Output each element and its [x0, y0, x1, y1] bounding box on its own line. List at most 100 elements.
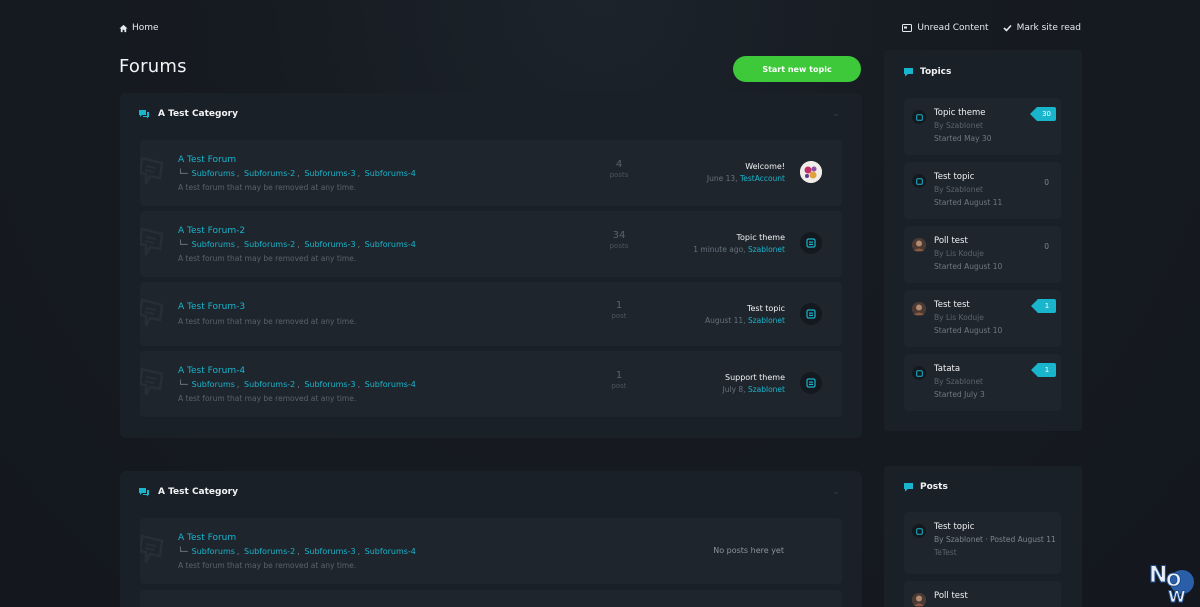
post-count: 34 posts	[599, 230, 639, 250]
subforum-link[interactable]: Subforums-3	[304, 380, 355, 389]
subforum-link[interactable]: Subforums-4	[365, 547, 416, 556]
category-header[interactable]: A Test Category	[138, 487, 238, 497]
forum-row[interactable]: A Test Forum └─ Subforums, Subforums-2, …	[140, 140, 842, 206]
post-count-number: 4	[615, 159, 623, 170]
unread-content-label: Unread Content	[917, 23, 989, 33]
topic-title[interactable]: Test test	[934, 300, 970, 310]
subforum-link[interactable]: Subforums-4	[365, 169, 416, 178]
topic-author: By Szablonet	[934, 185, 984, 194]
post-item[interactable]: Poll test	[904, 581, 1061, 607]
subforum-link[interactable]: Subforums-2	[244, 169, 295, 178]
check-icon	[1002, 24, 1012, 32]
subforum-list: └─ Subforums, Subforums-2, Subforums-3, …	[178, 380, 416, 389]
last-post-author[interactable]: TestAccount	[740, 174, 785, 183]
avatar[interactable]	[800, 303, 822, 325]
topic-title[interactable]: Tatata	[934, 364, 960, 374]
last-post-title[interactable]: Test topic	[705, 304, 785, 313]
post-date: · Posted August 11	[985, 535, 1056, 544]
forum-title[interactable]: A Test Forum-3	[178, 302, 245, 312]
avatar	[912, 302, 926, 316]
post-title[interactable]: Poll test	[934, 591, 968, 601]
avatar	[912, 593, 926, 607]
last-post-date: July 8,	[722, 385, 746, 394]
subforum-link[interactable]: Subforums-2	[244, 547, 295, 556]
forum-row[interactable]	[140, 590, 842, 607]
post-item[interactable]: Test topic By Szablonet · Posted August …	[904, 512, 1061, 574]
reply-count-badge: 1	[1031, 363, 1056, 377]
forum-row[interactable]: A Test Forum └─ Subforums, Subforums-2, …	[140, 518, 842, 584]
topic-author: By Lis Koduje	[934, 249, 984, 258]
topic-title[interactable]: Test topic	[934, 172, 974, 182]
topic-author: By Szablonet	[934, 377, 984, 386]
forum-title[interactable]: A Test Forum	[178, 155, 236, 165]
subforum-link[interactable]: Subforums-3	[304, 547, 355, 556]
post-count-number: 1	[615, 300, 623, 311]
last-post-title[interactable]: Topic theme	[693, 233, 785, 242]
unread-content-link[interactable]: Unread Content	[902, 23, 989, 33]
topic-started: Started August 10	[934, 262, 1003, 271]
user-placeholder-icon	[806, 378, 816, 388]
page-title: Forums	[119, 56, 187, 77]
topic-title[interactable]: Poll test	[934, 236, 968, 246]
last-post-date: June 13,	[706, 174, 738, 183]
avatar[interactable]	[800, 232, 822, 254]
last-post-title[interactable]: Support theme	[723, 373, 785, 382]
topic-item[interactable]: Test test By Lis Koduje Started August 1…	[904, 290, 1061, 347]
reply-count-badge: 1	[1031, 299, 1056, 313]
subforum-link[interactable]: Subforums-3	[304, 240, 355, 249]
subforum-link[interactable]: Subforums-2	[244, 240, 295, 249]
comments-icon	[139, 488, 149, 497]
avatar[interactable]	[800, 161, 822, 183]
post-meta: By Szablonet · Posted August 11	[934, 535, 1056, 544]
avatar[interactable]	[800, 372, 822, 394]
comment-icon	[904, 483, 913, 492]
subforum-link[interactable]: Subforums	[192, 547, 235, 556]
avatar	[912, 238, 926, 252]
mark-site-read-link[interactable]: Mark site read	[1002, 23, 1081, 33]
topic-item[interactable]: Tatata By Szablonet Started July 3 1	[904, 354, 1061, 411]
post-count: 1 post	[599, 370, 639, 390]
svg-text:W: W	[1168, 587, 1186, 604]
forum-row[interactable]: A Test Forum-2 └─ Subforums, Subforums-2…	[140, 211, 842, 277]
post-title[interactable]: Test topic	[934, 522, 974, 532]
forum-icon	[140, 227, 164, 256]
forum-title[interactable]: A Test Forum-4	[178, 366, 245, 376]
breadcrumb-home[interactable]: Home	[119, 23, 159, 33]
post-count-label: post	[611, 382, 627, 390]
topic-item[interactable]: Poll test By Lis Koduje Started August 1…	[904, 226, 1061, 283]
last-post-author[interactable]: Szablonet	[748, 245, 785, 254]
posts-widget-title: Posts	[920, 482, 948, 492]
category-panel: A Test Category ⌄ A Test Forum └─ Subfor…	[120, 93, 862, 438]
user-placeholder-icon	[806, 309, 816, 319]
subforum-link[interactable]: Subforums-4	[365, 380, 416, 389]
topic-title[interactable]: Topic theme	[934, 108, 986, 118]
posts-widget-header: Posts	[903, 482, 948, 492]
start-new-topic-button[interactable]: Start new topic	[733, 56, 861, 82]
subforum-link[interactable]: Subforums-3	[304, 169, 355, 178]
forum-description: A test forum that may be removed at any …	[178, 183, 357, 192]
top-bar: Home Unread Content Mark site read	[119, 20, 1081, 36]
forum-title[interactable]: A Test Forum	[178, 533, 236, 543]
subforum-link[interactable]: Subforums	[192, 240, 235, 249]
subforum-link[interactable]: Subforums-4	[365, 240, 416, 249]
topic-item[interactable]: Topic theme By Szablonet Started May 30 …	[904, 98, 1061, 155]
category-header[interactable]: A Test Category	[138, 109, 238, 119]
no-posts-text: No posts here yet	[713, 546, 784, 555]
subforum-link[interactable]: Subforums	[192, 169, 235, 178]
last-post-title[interactable]: Welcome!	[707, 162, 785, 171]
subforum-link[interactable]: Subforums	[192, 380, 235, 389]
last-post-author[interactable]: Szablonet	[748, 385, 785, 394]
forum-title[interactable]: A Test Forum-2	[178, 226, 245, 236]
forum-icon	[140, 367, 164, 396]
forum-row[interactable]: A Test Forum-3 A test forum that may be …	[140, 282, 842, 346]
category-title: A Test Category	[158, 487, 238, 497]
post-count-number: 34	[612, 230, 626, 241]
topic-item[interactable]: Test topic By Szablonet Started August 1…	[904, 162, 1061, 219]
chevron-down-icon[interactable]: ⌄	[832, 487, 840, 497]
forum-row[interactable]: A Test Forum-4 └─ Subforums, Subforums-2…	[140, 351, 842, 417]
chevron-down-icon[interactable]: ⌄	[832, 109, 840, 119]
last-post: Support theme July 8, Szablonet	[723, 373, 785, 394]
forum-description: A test forum that may be removed at any …	[178, 317, 357, 326]
subforum-link[interactable]: Subforums-2	[244, 380, 295, 389]
last-post-author[interactable]: Szablonet	[748, 316, 785, 325]
